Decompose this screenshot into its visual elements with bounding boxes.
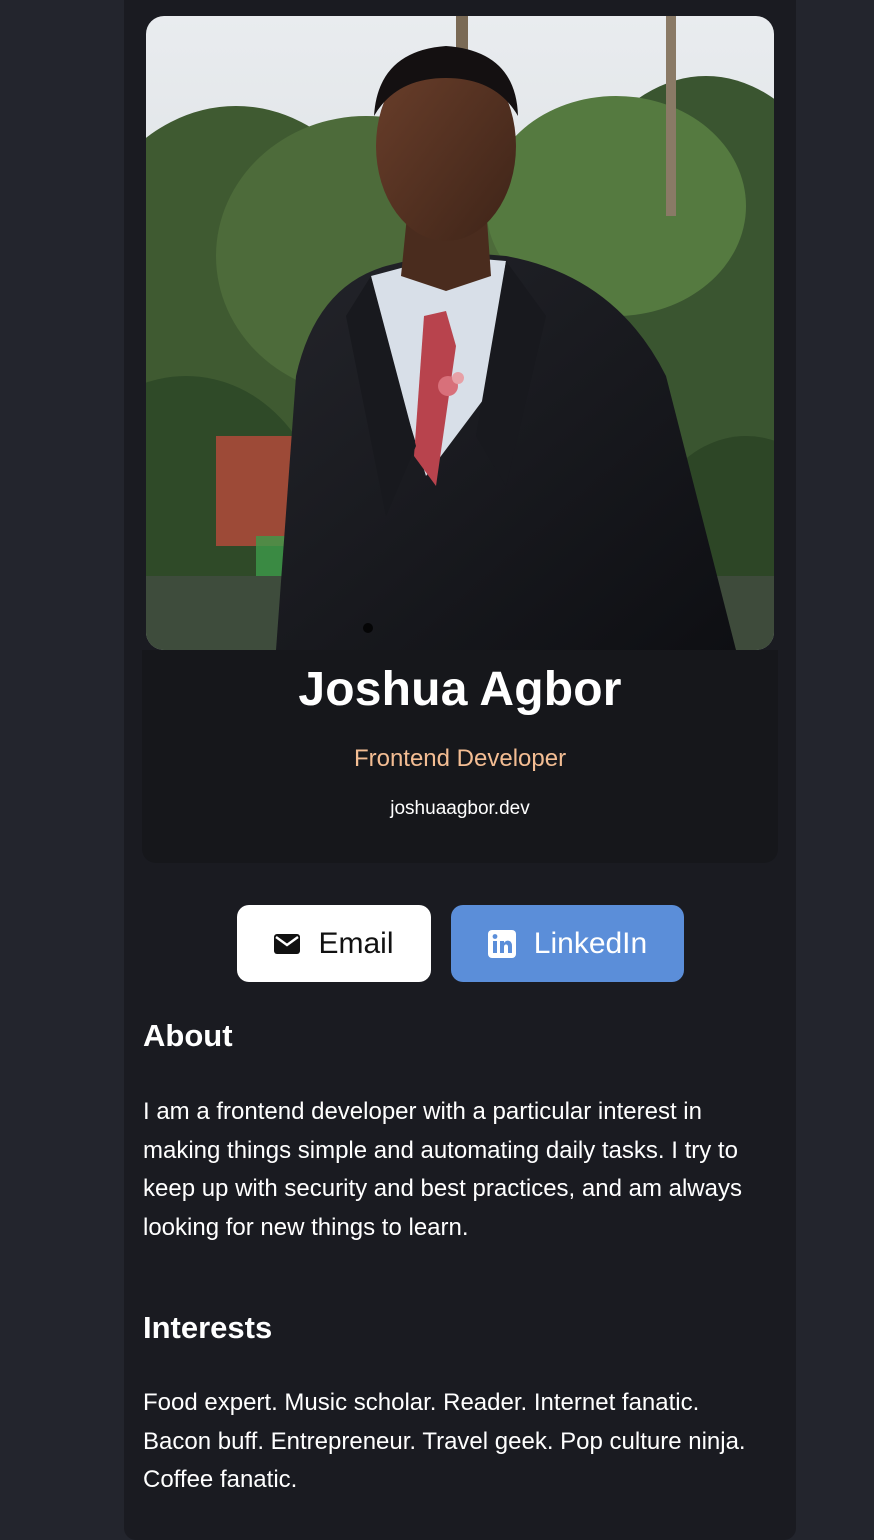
linkedin-button[interactable]: LinkedIn [451, 905, 684, 982]
about-text: I am a frontend developer with a particu… [143, 1098, 742, 1241]
email-button-label: Email [318, 926, 394, 960]
profile-info: Joshua Agbor Frontend Developer joshuaag… [142, 650, 778, 863]
linkedin-icon [487, 929, 516, 958]
profile-card: Joshua Agbor Frontend Developer joshuaag… [124, 0, 796, 1540]
profile-photo-image [146, 16, 774, 650]
email-button[interactable]: Email [237, 905, 431, 982]
envelope-icon [274, 933, 301, 954]
profile-photo [146, 16, 774, 650]
linkedin-button-label: LinkedIn [533, 926, 648, 960]
profile-website[interactable]: joshuaagbor.dev [142, 798, 778, 820]
profile-name: Joshua Agbor [298, 663, 622, 716]
about-heading: About [143, 1018, 233, 1053]
interests-text: Food expert. Music scholar. Reader. Inte… [143, 1389, 746, 1493]
profile-title: Frontend Developer [353, 745, 567, 772]
interests-heading: Interests [143, 1310, 273, 1345]
